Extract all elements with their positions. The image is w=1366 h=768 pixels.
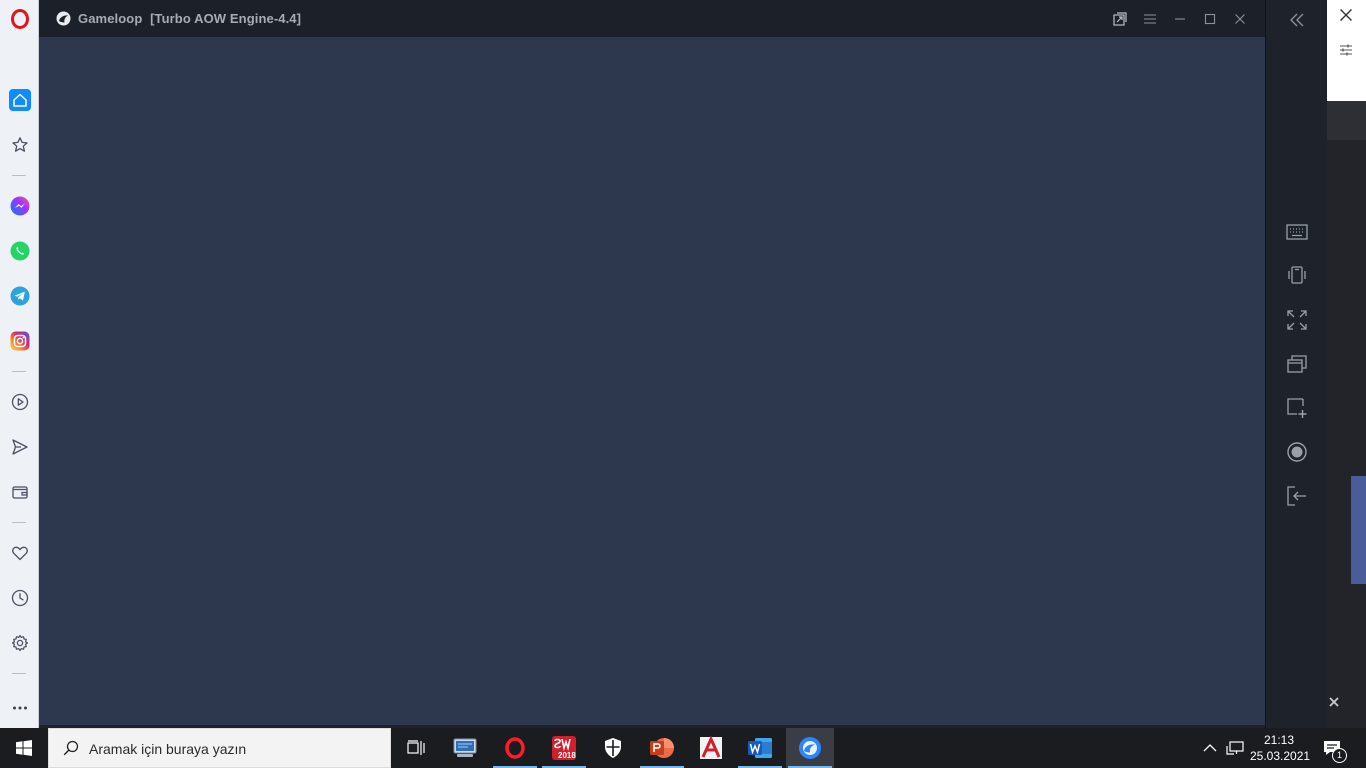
autocad-icon[interactable] bbox=[687, 728, 735, 768]
side-panel-header bbox=[1327, 0, 1366, 101]
collapse-toolbar-icon[interactable] bbox=[1284, 7, 1310, 33]
solidworks-icon[interactable]: 2018 bbox=[540, 728, 588, 768]
window-title: Gameloop [Turbo AOW Engine-4.4] bbox=[78, 11, 301, 26]
sidebar-separator bbox=[12, 673, 26, 674]
chevron-up-icon[interactable] bbox=[1202, 740, 1218, 756]
mini-mode-icon[interactable] bbox=[1111, 10, 1129, 28]
gameloop-taskbar-icon[interactable] bbox=[786, 728, 834, 768]
close-icon[interactable] bbox=[1338, 7, 1354, 23]
opera-sidebar bbox=[0, 0, 39, 728]
solidworks-version-badge: 2018 bbox=[558, 751, 576, 760]
clock-icon[interactable] bbox=[9, 587, 31, 609]
minimize-icon[interactable] bbox=[1171, 10, 1189, 28]
window-title-engine: [Turbo AOW Engine-4.4] bbox=[150, 11, 302, 26]
exit-icon[interactable] bbox=[1284, 483, 1310, 509]
home-icon[interactable] bbox=[9, 89, 31, 111]
taskbar-search-input[interactable]: Aramak için buraya yazın bbox=[48, 728, 391, 768]
emulator-toolbar bbox=[1266, 0, 1327, 728]
clock-time: 21:13 bbox=[1263, 733, 1295, 747]
close-icon[interactable] bbox=[1327, 695, 1341, 709]
send-icon[interactable] bbox=[9, 436, 31, 458]
sidebar-separator bbox=[12, 371, 26, 372]
word-icon[interactable] bbox=[736, 728, 784, 768]
gameloop-titlebar[interactable]: Gameloop [Turbo AOW Engine-4.4] bbox=[39, 0, 1265, 37]
security-shield-icon[interactable] bbox=[589, 728, 637, 768]
windows-start-icon[interactable] bbox=[0, 728, 48, 768]
notification-icon[interactable]: 1 bbox=[1322, 738, 1347, 763]
sidebar-separator bbox=[12, 175, 26, 176]
task-view-icon[interactable] bbox=[392, 728, 440, 768]
computer-app-icon[interactable] bbox=[441, 728, 489, 768]
windows-taskbar: Aramak için buraya yazın 2018 21:13 25.0… bbox=[0, 728, 1366, 768]
powerpoint-icon[interactable] bbox=[638, 728, 686, 768]
gameloop-logo-icon bbox=[56, 11, 71, 26]
messenger-icon[interactable] bbox=[9, 195, 31, 217]
shake-icon[interactable] bbox=[1284, 262, 1310, 288]
more-dots-icon[interactable] bbox=[9, 697, 31, 719]
sidebar-separator bbox=[12, 522, 26, 523]
opera-side-panel bbox=[1327, 0, 1366, 728]
gear-icon[interactable] bbox=[9, 632, 31, 654]
star-icon[interactable] bbox=[9, 134, 31, 156]
telegram-icon[interactable] bbox=[9, 285, 31, 307]
clock-date: 25.03.2021 bbox=[1250, 749, 1311, 763]
gameloop-window: Gameloop [Turbo AOW Engine-4.4] bbox=[39, 0, 1327, 728]
keyboard-icon[interactable] bbox=[1284, 219, 1310, 245]
notification-badge: 1 bbox=[1332, 748, 1347, 763]
side-panel-scrollbar[interactable] bbox=[1351, 476, 1366, 584]
side-panel-bar bbox=[1327, 101, 1366, 140]
screenshot-add-icon[interactable] bbox=[1284, 395, 1310, 421]
window-title-app: Gameloop bbox=[78, 11, 143, 26]
maximize-icon[interactable] bbox=[1201, 10, 1219, 28]
record-icon[interactable] bbox=[1284, 439, 1310, 465]
play-circle-icon[interactable] bbox=[9, 391, 31, 413]
whatsapp-icon[interactable] bbox=[9, 240, 31, 262]
menu-icon[interactable] bbox=[1141, 10, 1159, 28]
search-icon bbox=[63, 740, 79, 756]
multi-instance-icon[interactable] bbox=[1284, 351, 1310, 377]
fullscreen-icon[interactable] bbox=[1284, 307, 1310, 333]
close-icon[interactable] bbox=[1231, 10, 1249, 28]
network-icon[interactable] bbox=[1226, 740, 1244, 756]
taskbar-clock[interactable]: 21:13 25.03.2021 bbox=[1250, 732, 1311, 764]
opera-logo-icon[interactable] bbox=[9, 8, 31, 30]
heart-icon[interactable] bbox=[9, 542, 31, 564]
emulator-screen[interactable] bbox=[39, 37, 1265, 725]
instagram-icon[interactable] bbox=[9, 330, 31, 352]
search-placeholder: Aramak için buraya yazın bbox=[89, 741, 247, 757]
opera-taskbar-icon[interactable] bbox=[491, 728, 539, 768]
settings-sliders-icon[interactable] bbox=[1339, 43, 1353, 57]
wallet-icon[interactable] bbox=[9, 481, 31, 503]
